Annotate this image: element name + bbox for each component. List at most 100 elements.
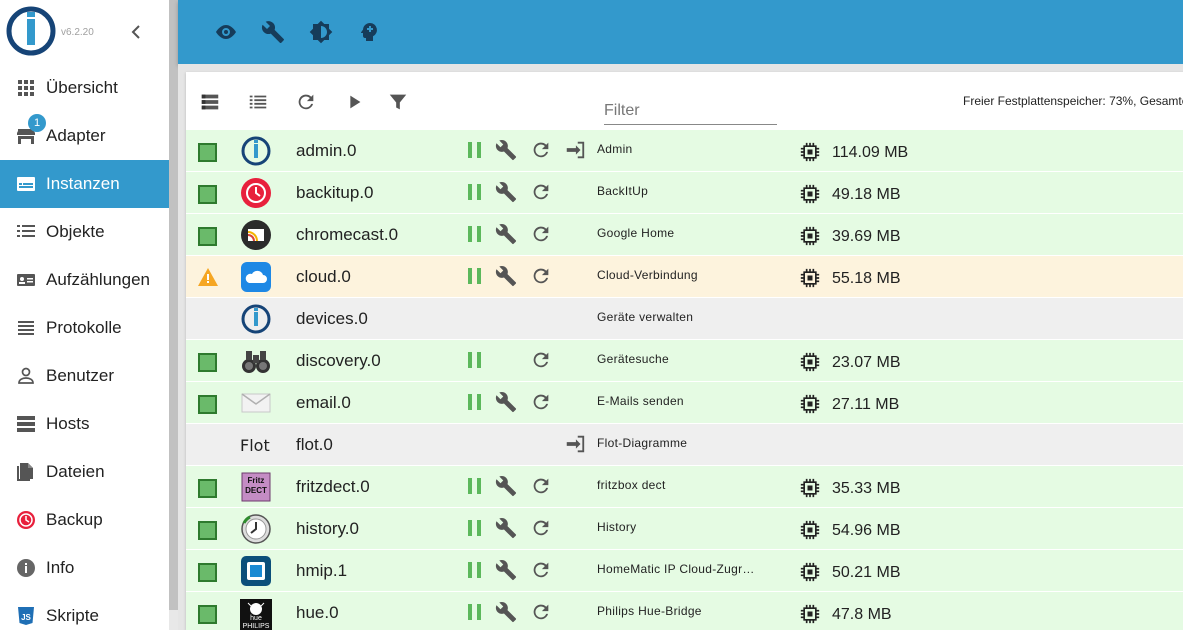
instance-name: backitup.0: [296, 183, 374, 202]
expert-mode-icon[interactable]: [357, 20, 381, 44]
instance-title: HomeMatic IP Cloud-Zugr…: [597, 562, 755, 576]
theme-toggle-icon[interactable]: [309, 20, 333, 44]
memory-usage: 50.21 MB: [832, 564, 901, 581]
settings-button[interactable]: [495, 601, 517, 623]
sidebar-item-adapter[interactable]: Adapter 1: [0, 112, 169, 160]
instance-name: cloud.0: [296, 267, 351, 286]
status-indicator[interactable]: [198, 185, 217, 204]
restart-button[interactable]: [530, 475, 552, 497]
instance-title: Admin: [597, 142, 633, 156]
memory-chip-icon: [800, 268, 820, 288]
memory-chip-icon: [800, 394, 820, 414]
instance-name: admin.0: [296, 141, 357, 160]
sidebar-item-label: Protokolle: [46, 318, 122, 337]
sidebar-item-instanzen[interactable]: Instanzen: [0, 160, 169, 208]
table-row: hue PHILIPS hue.0 Philips Hue-Bridge 47.8 M…: [186, 592, 1183, 630]
pause-button[interactable]: [464, 223, 486, 245]
sidebar-scrollbar[interactable]: [169, 0, 178, 630]
filter-input[interactable]: [604, 97, 777, 125]
pause-button[interactable]: [464, 475, 486, 497]
open-web-button[interactable]: [563, 433, 585, 455]
instance-name: discovery.0: [296, 351, 381, 370]
memory-usage: 55.18 MB: [832, 270, 901, 287]
status-indicator[interactable]: [198, 395, 217, 414]
refresh-icon[interactable]: [295, 91, 317, 113]
iobroker-logo-icon[interactable]: [6, 6, 56, 56]
status-indicator[interactable]: [198, 143, 217, 162]
status-indicator[interactable]: [198, 353, 217, 372]
sidebar-item-skripte[interactable]: JS Skripte: [0, 592, 169, 630]
instance-name: flot.0: [296, 435, 333, 454]
restart-button[interactable]: [530, 139, 552, 161]
restart-button[interactable]: [530, 181, 552, 203]
table-row: admin.0 Admin 114.09 MB: [186, 130, 1183, 172]
filter-icon[interactable]: [387, 91, 409, 113]
instance-name: email.0: [296, 393, 351, 412]
pause-button[interactable]: [464, 181, 486, 203]
settings-button[interactable]: [495, 475, 517, 497]
table-row: devices.0 Geräte verwalten: [186, 298, 1183, 340]
pause-button[interactable]: [464, 517, 486, 539]
user-icon: [16, 366, 36, 386]
list-view-icon[interactable]: [247, 91, 269, 113]
restart-button[interactable]: [530, 223, 552, 245]
status-indicator[interactable]: [198, 479, 217, 498]
restart-button[interactable]: [530, 349, 552, 371]
settings-button[interactable]: [495, 517, 517, 539]
settings-button[interactable]: [495, 559, 517, 581]
pause-button[interactable]: [464, 265, 486, 287]
sidebar-item-label: Übersicht: [46, 78, 118, 97]
pause-button[interactable]: [464, 601, 486, 623]
sidebar-item-backup[interactable]: Backup: [0, 496, 169, 544]
collapse-sidebar-button[interactable]: [128, 22, 146, 42]
settings-button[interactable]: [495, 223, 517, 245]
status-indicator[interactable]: [198, 227, 217, 246]
sidebar-item-dateien[interactable]: Dateien: [0, 448, 169, 496]
flot-logo: Flot: [240, 436, 272, 458]
memory-usage: 27.11 MB: [832, 396, 900, 413]
restart-button[interactable]: [530, 517, 552, 539]
status-indicator[interactable]: [198, 605, 217, 624]
restart-button[interactable]: [530, 265, 552, 287]
iobroker-icon: [240, 135, 272, 167]
memory-chip-icon: [800, 184, 820, 204]
sidebar-item-übersicht[interactable]: Übersicht: [0, 64, 169, 112]
sidebar-item-objekte[interactable]: Objekte: [0, 208, 169, 256]
sidebar-scrollbar-thumb[interactable]: [169, 0, 178, 610]
play-icon[interactable]: [343, 91, 365, 113]
restart-button[interactable]: [530, 559, 552, 581]
expand-all-icon[interactable]: [199, 91, 221, 113]
pause-button[interactable]: [464, 349, 486, 371]
wrench-icon[interactable]: [261, 20, 285, 44]
pause-button[interactable]: [464, 559, 486, 581]
disk-space-info: Freier Festplattenspeicher: 73%, Gesamte…: [963, 94, 1183, 108]
memory-usage: 49.18 MB: [832, 186, 901, 203]
instance-title: Philips Hue-Bridge: [597, 604, 702, 618]
settings-button[interactable]: [495, 139, 517, 161]
instance-name: devices.0: [296, 309, 368, 328]
sidebar-item-label: Backup: [46, 510, 103, 529]
restart-button[interactable]: [530, 391, 552, 413]
settings-button[interactable]: [495, 181, 517, 203]
settings-button[interactable]: [495, 391, 517, 413]
open-web-button[interactable]: [563, 139, 585, 161]
pause-button[interactable]: [464, 391, 486, 413]
sidebar-item-benutzer[interactable]: Benutzer: [0, 352, 169, 400]
restart-button[interactable]: [530, 601, 552, 623]
status-indicator[interactable]: [198, 563, 217, 582]
status-indicator[interactable]: [198, 521, 217, 540]
sidebar-item-info[interactable]: Info: [0, 544, 169, 592]
hue-icon: hue PHILIPS: [240, 597, 272, 630]
memory-chip-icon: [800, 142, 820, 162]
sidebar-item-aufzählungen[interactable]: Aufzählungen: [0, 256, 169, 304]
instance-title: Gerätesuche: [597, 352, 670, 366]
sidebar-item-label: Dateien: [46, 462, 105, 481]
sidebar-item-protokolle[interactable]: Protokolle: [0, 304, 169, 352]
instances-panel: Freier Festplattenspeicher: 73%, Gesamte…: [186, 72, 1183, 630]
sidebar-item-hosts[interactable]: Hosts: [0, 400, 169, 448]
settings-button[interactable]: [495, 265, 517, 287]
pause-button[interactable]: [464, 139, 486, 161]
sidebar-nav: Übersicht Adapter 1 Instanzen Objekte Aufzähl…: [0, 64, 169, 630]
table-row: cloud.0 Cloud-Verbindung 55.18 MB: [186, 256, 1183, 298]
eye-icon[interactable]: [214, 20, 238, 44]
